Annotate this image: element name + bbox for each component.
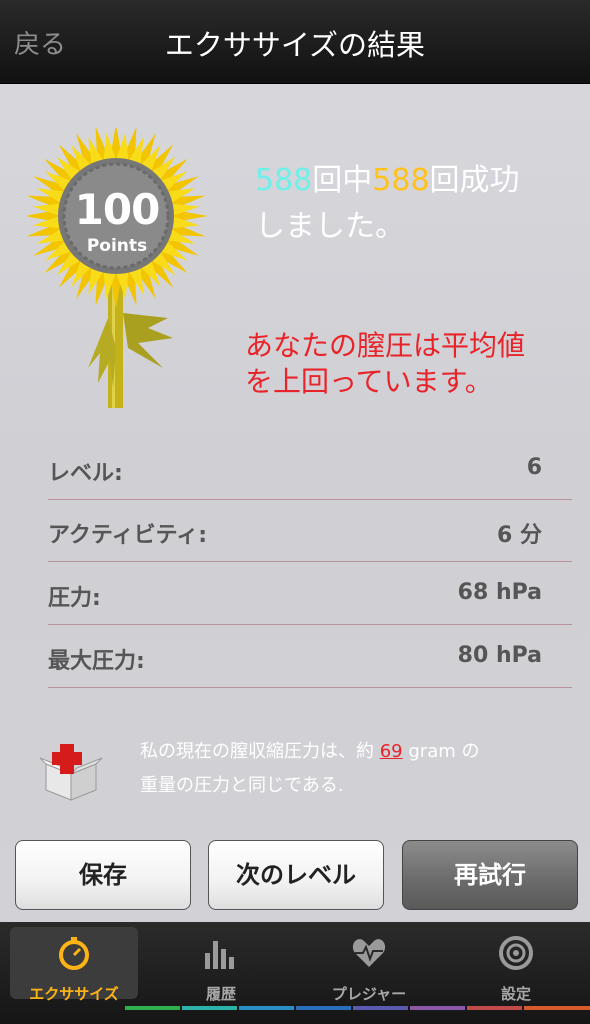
tab-settings[interactable]: 設定 xyxy=(452,927,580,1003)
stat-label: 圧力: xyxy=(48,586,101,611)
count-total: 588 xyxy=(255,163,313,198)
page-title: エクササイズの結果 xyxy=(164,28,426,62)
info-prefix: 私の現在の膣収縮圧力は、約 xyxy=(140,741,380,762)
stat-value: 80 hPa xyxy=(457,643,542,668)
tab-label: プレジャー xyxy=(331,985,407,1003)
tab-history[interactable]: 履歴 xyxy=(157,927,285,1003)
points-label: Points xyxy=(86,236,148,256)
count-success: 588 xyxy=(372,163,430,198)
info-text: 私の現在の膣収縮圧力は、約 69 gram の 重量の圧力と同じである. xyxy=(140,735,560,803)
message-line2: を上回っています。 xyxy=(245,365,493,398)
stat-value: 6 xyxy=(526,455,542,480)
tab-exercise[interactable]: エクササイズ xyxy=(10,927,138,1003)
sunflower-badge-icon xyxy=(28,128,208,408)
stat-row-pressure: 圧力: 68 hPa xyxy=(48,562,572,625)
stat-value: 68 hPa xyxy=(457,580,542,605)
weight-amount-link[interactable]: 69 xyxy=(380,741,403,762)
info-line2: 重量の圧力と同じである. xyxy=(140,775,344,796)
navigation-bar: 戻る エクササイズの結果 xyxy=(0,0,590,84)
retry-button[interactable]: 再試行 xyxy=(402,840,578,910)
result-summary: 588回中588回成功 しました。 xyxy=(255,158,520,250)
stat-value: 6 分 xyxy=(497,523,542,548)
stat-label: アクティビティ: xyxy=(48,523,208,548)
pressure-message: あなたの膣圧は平均値 を上回っています。 xyxy=(245,328,565,400)
color-stripes xyxy=(0,1006,590,1010)
heart-pulse-icon xyxy=(352,939,386,967)
gift-box-icon xyxy=(39,744,103,801)
stat-row-max-pressure: 最大圧力: 80 hPa xyxy=(48,625,572,688)
result-line2: しました。 xyxy=(255,209,405,244)
result-text-end: 回成功 xyxy=(429,163,520,198)
stat-row-level: レベル: 6 xyxy=(48,437,572,500)
save-button[interactable]: 保存 xyxy=(15,840,191,910)
tab-pleasure[interactable]: プレジャー xyxy=(305,927,433,1003)
next-level-button[interactable]: 次のレベル xyxy=(208,840,384,910)
target-icon xyxy=(499,936,533,970)
tab-label: エクササイズ xyxy=(29,985,119,1003)
result-text-middle: 回中 xyxy=(312,163,373,198)
message-line1: あなたの膣圧は平均値 xyxy=(245,329,526,362)
stat-label: レベル: xyxy=(48,461,123,486)
points-number: 100 xyxy=(74,185,161,234)
stat-row-activity: アクティビティ: 6 分 xyxy=(48,499,572,562)
stopwatch-icon xyxy=(59,937,89,970)
stat-label: 最大圧力: xyxy=(48,649,145,674)
tab-label: 設定 xyxy=(500,985,531,1003)
info-suffix: gram の xyxy=(402,741,480,762)
tab-label: 履歴 xyxy=(205,985,236,1003)
bar-chart-icon xyxy=(205,941,234,969)
